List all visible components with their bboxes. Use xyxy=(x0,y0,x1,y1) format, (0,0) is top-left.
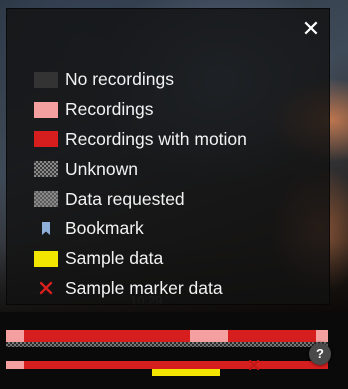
help-button[interactable]: ? xyxy=(309,343,331,365)
legend-label: No recordings xyxy=(65,69,174,90)
sample-data-segment xyxy=(152,369,220,376)
timeline-track-sample[interactable] xyxy=(6,358,328,376)
bookmark-icon xyxy=(34,221,58,237)
unknown-pattern-swatch xyxy=(34,161,58,178)
motion-bar xyxy=(6,361,328,369)
video-view: 10:29 ✕ No recordings Recordings Recordi… xyxy=(0,0,348,389)
legend-label: Recordings xyxy=(65,99,154,120)
legend-list: No recordings Recordings Recordings with… xyxy=(34,65,247,303)
recording-segment xyxy=(316,330,328,342)
close-icon[interactable]: ✕ xyxy=(301,18,321,40)
recording-segment xyxy=(6,361,24,369)
legend-item-data-requested: Data requested xyxy=(34,184,247,214)
recordings-motion-swatch xyxy=(34,131,58,148)
recordings-swatch xyxy=(34,101,58,118)
legend-item-recordings: Recordings xyxy=(34,95,247,125)
legend-item-sample-data: Sample data xyxy=(34,244,247,274)
no-recordings-swatch xyxy=(34,71,58,88)
legend-item-unknown: Unknown xyxy=(34,154,247,184)
legend-label: Sample marker data xyxy=(65,277,223,298)
legend-item-no-recordings: No recordings xyxy=(34,65,247,95)
legend-label: Data requested xyxy=(65,188,185,209)
recording-segment xyxy=(6,330,24,342)
x-marker-icon xyxy=(248,358,260,376)
x-marker-icon xyxy=(34,280,58,296)
data-requested-pattern-swatch xyxy=(34,191,58,208)
legend-label: Unknown xyxy=(65,158,138,179)
legend-label: Sample data xyxy=(65,248,164,269)
legend-item-recordings-with-motion: Recordings with motion xyxy=(34,125,247,155)
legend-label: Bookmark xyxy=(65,218,144,239)
motion-bar xyxy=(6,330,328,342)
legend-label: Recordings with motion xyxy=(65,128,247,149)
timeline-legend-popup: ✕ No recordings Recordings Recordings wi… xyxy=(6,8,330,305)
timeline-track-recordings[interactable] xyxy=(6,330,328,342)
sample-data-swatch xyxy=(34,250,58,267)
unknown-data-strip xyxy=(6,342,328,347)
recording-segment xyxy=(190,330,228,342)
timeline[interactable] xyxy=(0,312,348,389)
legend-item-sample-marker-data: Sample marker data xyxy=(34,274,247,304)
legend-item-bookmark: Bookmark xyxy=(34,214,247,244)
